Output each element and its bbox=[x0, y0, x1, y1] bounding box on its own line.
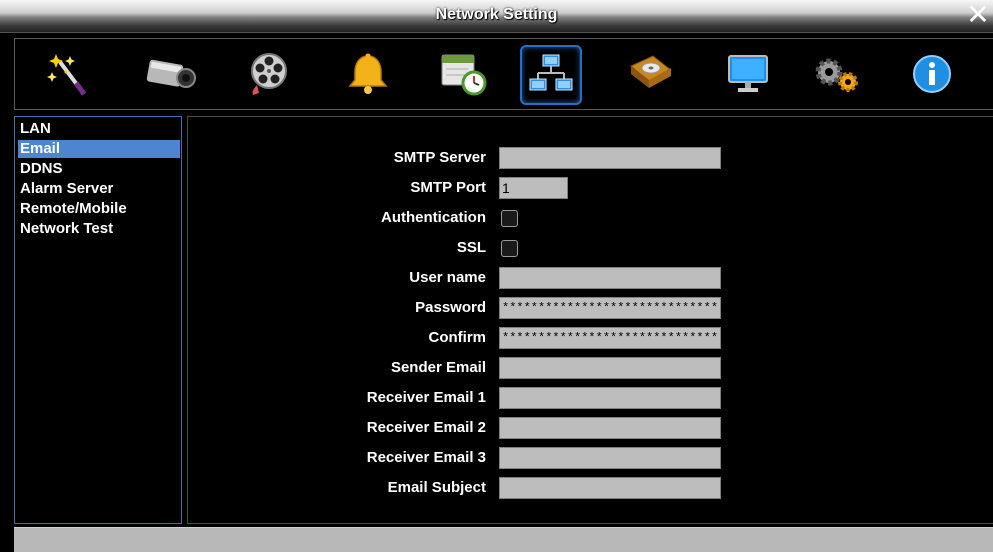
receiver-email-1-label: Receiver Email 1 bbox=[366, 389, 486, 406]
sidebar-item-alarm-server[interactable]: Alarm Server bbox=[18, 180, 180, 198]
info-icon bbox=[913, 55, 951, 93]
network-button[interactable] bbox=[520, 45, 582, 105]
smtp-server-input[interactable] bbox=[499, 147, 721, 169]
receiver-email-1-row: Receiver Email 1 bbox=[188, 387, 993, 411]
user-name-row: User name bbox=[188, 267, 993, 291]
sender-email-input[interactable] bbox=[499, 357, 721, 379]
smtp-port-input[interactable]: 1 bbox=[499, 177, 568, 199]
user-name-input[interactable] bbox=[499, 267, 721, 289]
window-title: Network Setting bbox=[435, 6, 558, 23]
info-button[interactable] bbox=[902, 45, 962, 103]
schedule-button[interactable] bbox=[433, 45, 493, 103]
ssl-row: SSL bbox=[188, 237, 993, 261]
sidebar-item-email[interactable]: Email bbox=[18, 140, 180, 158]
settings-gears-icon bbox=[815, 58, 858, 92]
email-subject-row: Email Subject bbox=[188, 477, 993, 501]
receiver-email-2-row: Receiver Email 2 bbox=[188, 417, 993, 441]
email-subject-input[interactable] bbox=[499, 477, 721, 499]
user-name-label: User name bbox=[409, 269, 486, 286]
authentication-row: Authentication bbox=[188, 207, 993, 231]
wizard-icon bbox=[47, 54, 87, 96]
title-bar: Network Setting ✕ bbox=[0, 0, 993, 33]
password-row: Password ****************************** bbox=[188, 297, 993, 321]
wizard-button[interactable] bbox=[40, 45, 100, 103]
system-settings-button[interactable] bbox=[807, 45, 867, 103]
receiver-email-2-input[interactable] bbox=[499, 417, 721, 439]
receiver-email-3-label: Receiver Email 3 bbox=[366, 449, 486, 466]
monitor-icon bbox=[728, 55, 768, 92]
confirm-label: Confirm bbox=[428, 329, 487, 346]
authentication-label: Authentication bbox=[381, 209, 486, 226]
receiver-email-1-input[interactable] bbox=[499, 387, 721, 409]
sidebar-item-lan[interactable]: LAN bbox=[18, 120, 180, 138]
sidebar-item-ddns[interactable]: DDNS bbox=[18, 160, 180, 178]
main-toolbar bbox=[14, 38, 993, 110]
ssl-checkbox[interactable] bbox=[501, 240, 518, 257]
receiver-email-3-row: Receiver Email 3 bbox=[188, 447, 993, 471]
email-settings-panel: SMTP Server SMTP Port 1 Authentication S… bbox=[187, 116, 993, 524]
alarm-bell-icon bbox=[348, 53, 388, 94]
smtp-server-label: SMTP Server bbox=[393, 149, 486, 166]
ssl-label: SSL bbox=[456, 239, 486, 256]
sidebar-item-remote-mobile[interactable]: Remote/Mobile bbox=[18, 200, 180, 218]
smtp-server-row: SMTP Server bbox=[188, 147, 993, 171]
confirm-row: Confirm ****************************** bbox=[188, 327, 993, 351]
email-subject-label: Email Subject bbox=[387, 479, 486, 496]
film-reel-icon bbox=[251, 53, 287, 95]
smtp-port-row: SMTP Port 1 bbox=[188, 177, 993, 201]
hard-disk-icon bbox=[630, 55, 672, 88]
receiver-email-3-input[interactable] bbox=[499, 447, 721, 469]
sidebar-item-network-test[interactable]: Network Test bbox=[18, 220, 180, 238]
schedule-icon bbox=[441, 54, 487, 96]
password-label: Password bbox=[415, 299, 486, 316]
record-button[interactable] bbox=[240, 45, 300, 103]
sender-email-row: Sender Email bbox=[188, 357, 993, 381]
status-bar bbox=[14, 527, 993, 552]
smtp-port-label: SMTP Port bbox=[410, 179, 486, 196]
sender-email-label: Sender Email bbox=[390, 359, 486, 376]
alarm-button[interactable] bbox=[339, 45, 399, 103]
authentication-checkbox[interactable] bbox=[501, 210, 518, 227]
camera-button[interactable] bbox=[141, 45, 201, 103]
display-button[interactable] bbox=[718, 45, 778, 103]
storage-button[interactable] bbox=[620, 45, 680, 103]
password-input[interactable]: ****************************** bbox=[499, 297, 721, 319]
receiver-email-2-label: Receiver Email 2 bbox=[366, 419, 486, 436]
network-icon bbox=[529, 54, 573, 91]
sidebar-menu: LAN Email DDNS Alarm Server Remote/Mobil… bbox=[14, 116, 182, 524]
close-icon[interactable]: ✕ bbox=[965, 1, 991, 30]
confirm-password-input[interactable]: ****************************** bbox=[499, 327, 721, 349]
camera-icon bbox=[146, 59, 196, 88]
